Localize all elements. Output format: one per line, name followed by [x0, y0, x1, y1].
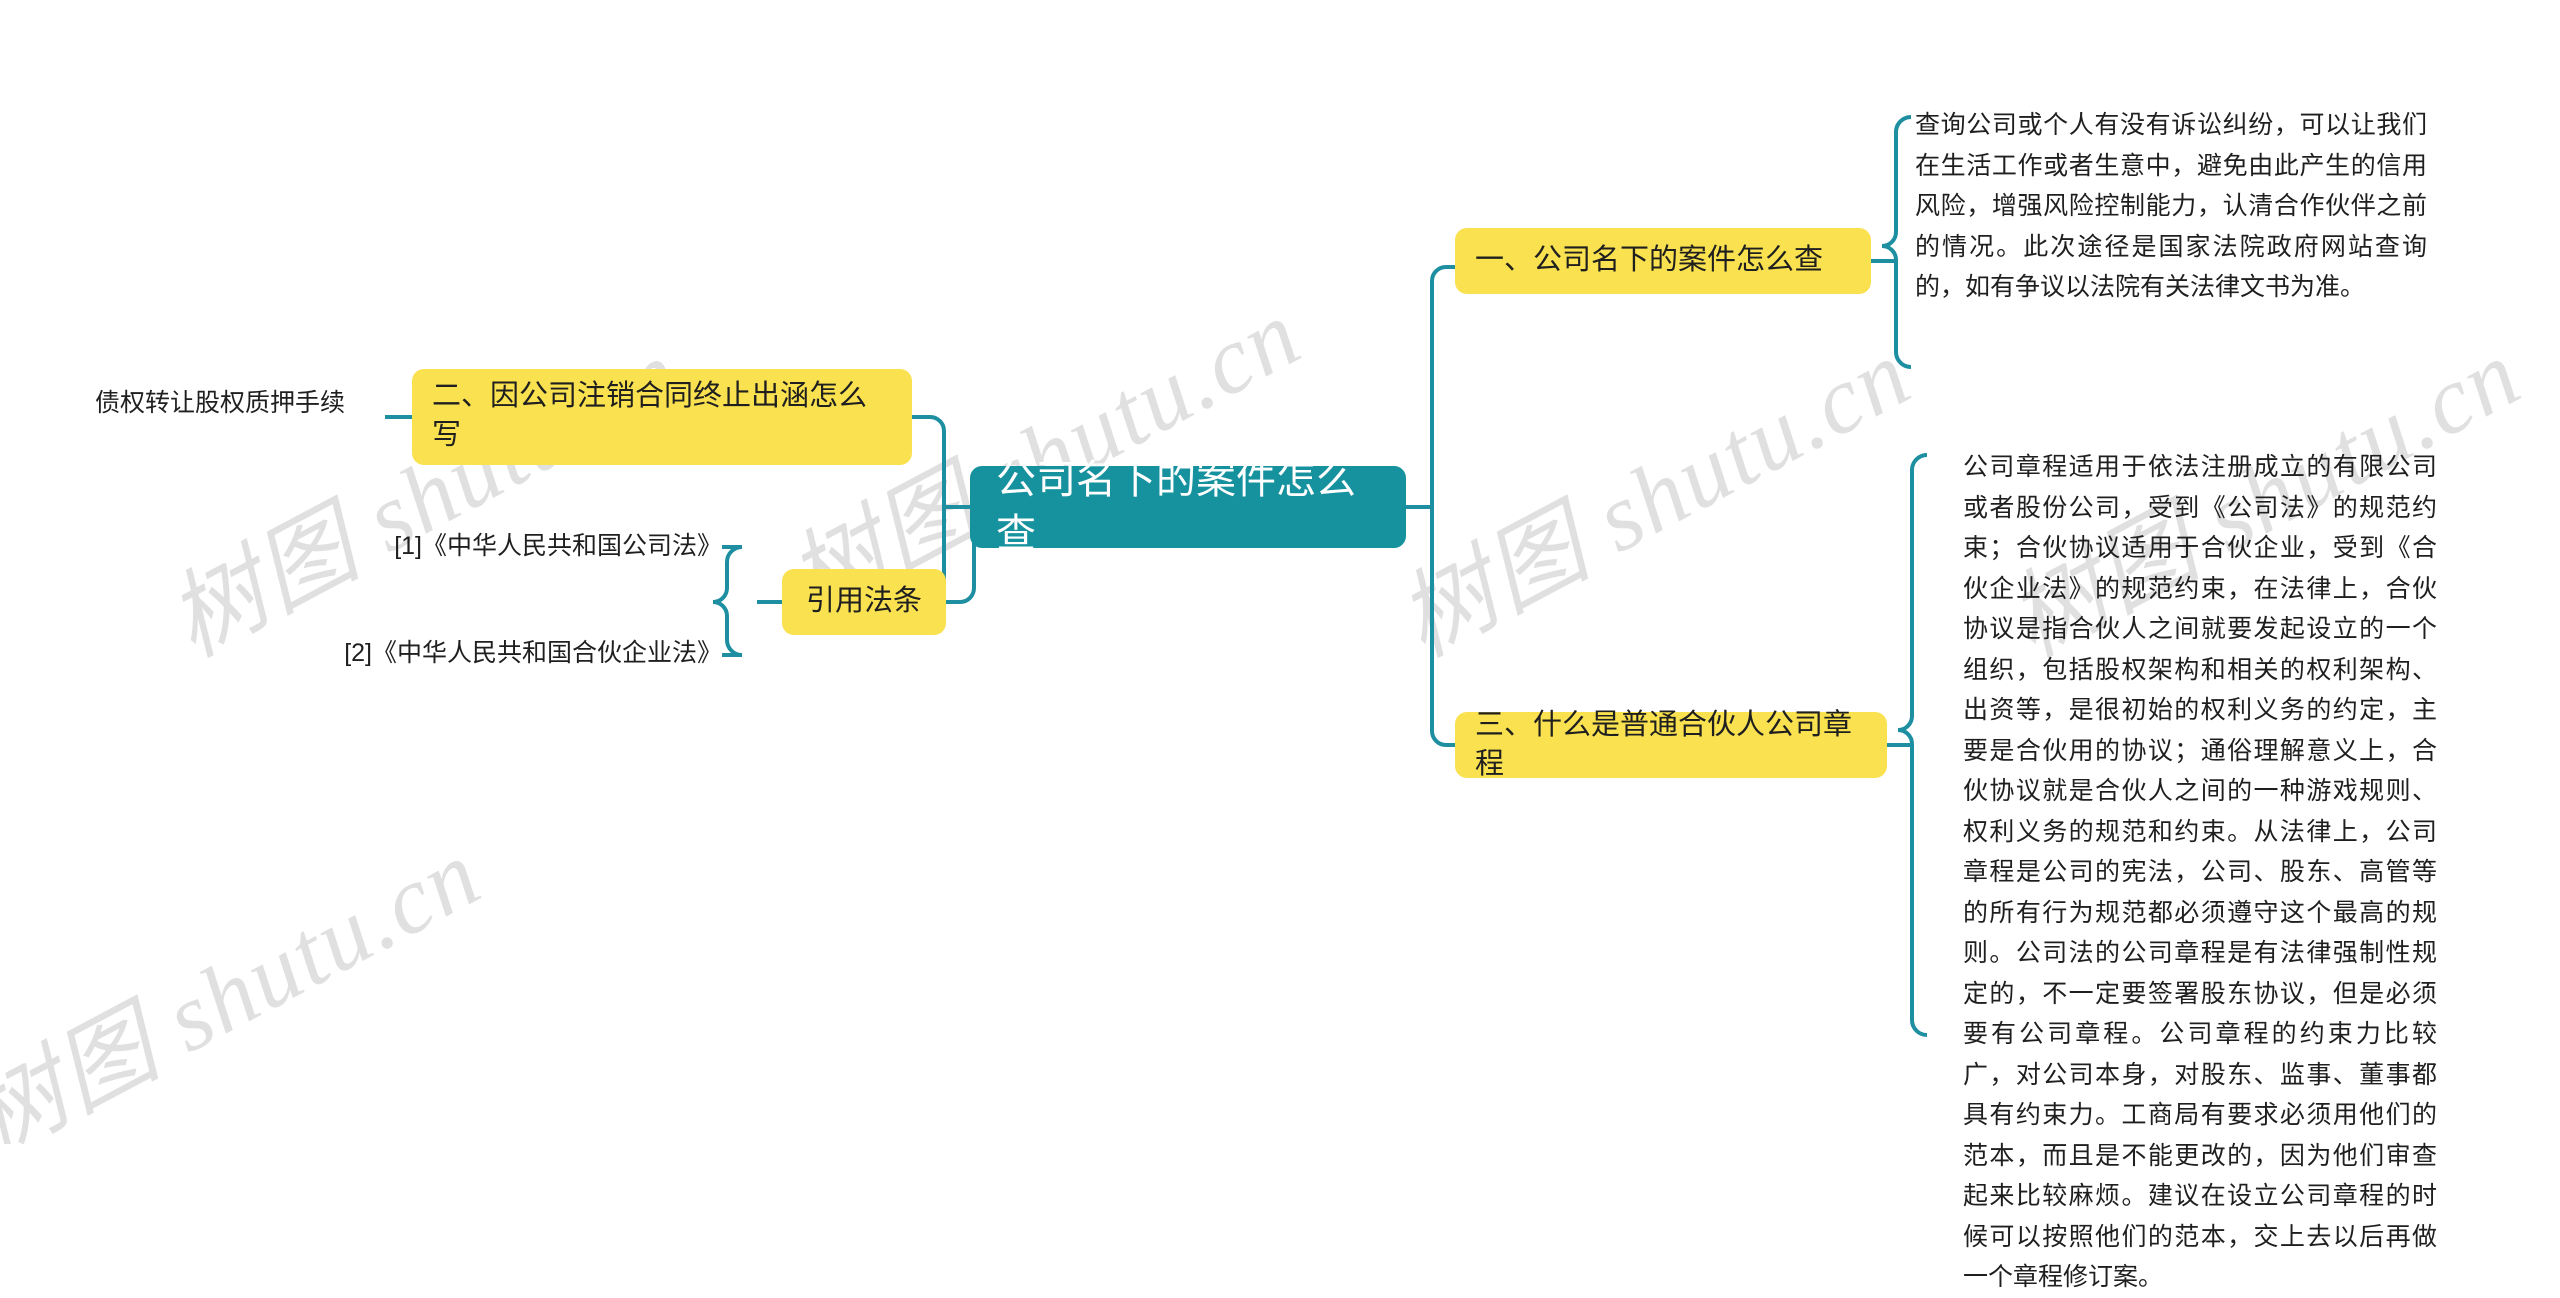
link-root-branch2 [912, 415, 946, 507]
link-root-branch3 [1430, 507, 1455, 747]
references-node[interactable]: 引用法条 [782, 569, 946, 635]
link-root-branch1 [1430, 265, 1455, 507]
link-branch1-bracket [1881, 115, 1912, 369]
root-node[interactable]: 公司名下的案件怎么查 [970, 458, 1406, 556]
branch-node-2[interactable]: 二、因公司注销合同终止出涵怎么写 [412, 369, 912, 465]
watermark-text: 树图 shutu.cn [151, 318, 697, 677]
reference-item-2[interactable]: [2]《中华人民共和国合伙企业法》 [342, 634, 722, 674]
branch-node-1[interactable]: 一、公司名下的案件怎么查 [1455, 228, 1871, 294]
branch-1-detail-text: 查询公司或个人有没有诉讼纠纷，可以让我们在生活工作或者生意中，避免由此产生的信用… [1915, 111, 2427, 301]
mindmap-canvas: 树图 shutu.cn 树图 shutu.cn 树图 shutu.cn 树图 s… [0, 0, 2560, 1291]
link-branch3-bracket [1897, 453, 1928, 1037]
branch-3-detail-text: 公司章程适用于依法注册成立的有限公司或者股份公司，受到《公司法》的规范约束；合伙… [1963, 453, 2437, 1291]
branch-2-child-label[interactable]: 债权转让股权质押手续 [95, 384, 385, 424]
watermark-text: 树图 shutu.cn [1381, 318, 1927, 677]
branch-node-3[interactable]: 三、什么是普通合伙人公司章程 [1455, 709, 1887, 780]
watermark-text: 树图 shutu.cn [0, 818, 497, 1144]
reference-item-1[interactable]: [1]《中华人民共和国公司法》 [382, 527, 722, 567]
